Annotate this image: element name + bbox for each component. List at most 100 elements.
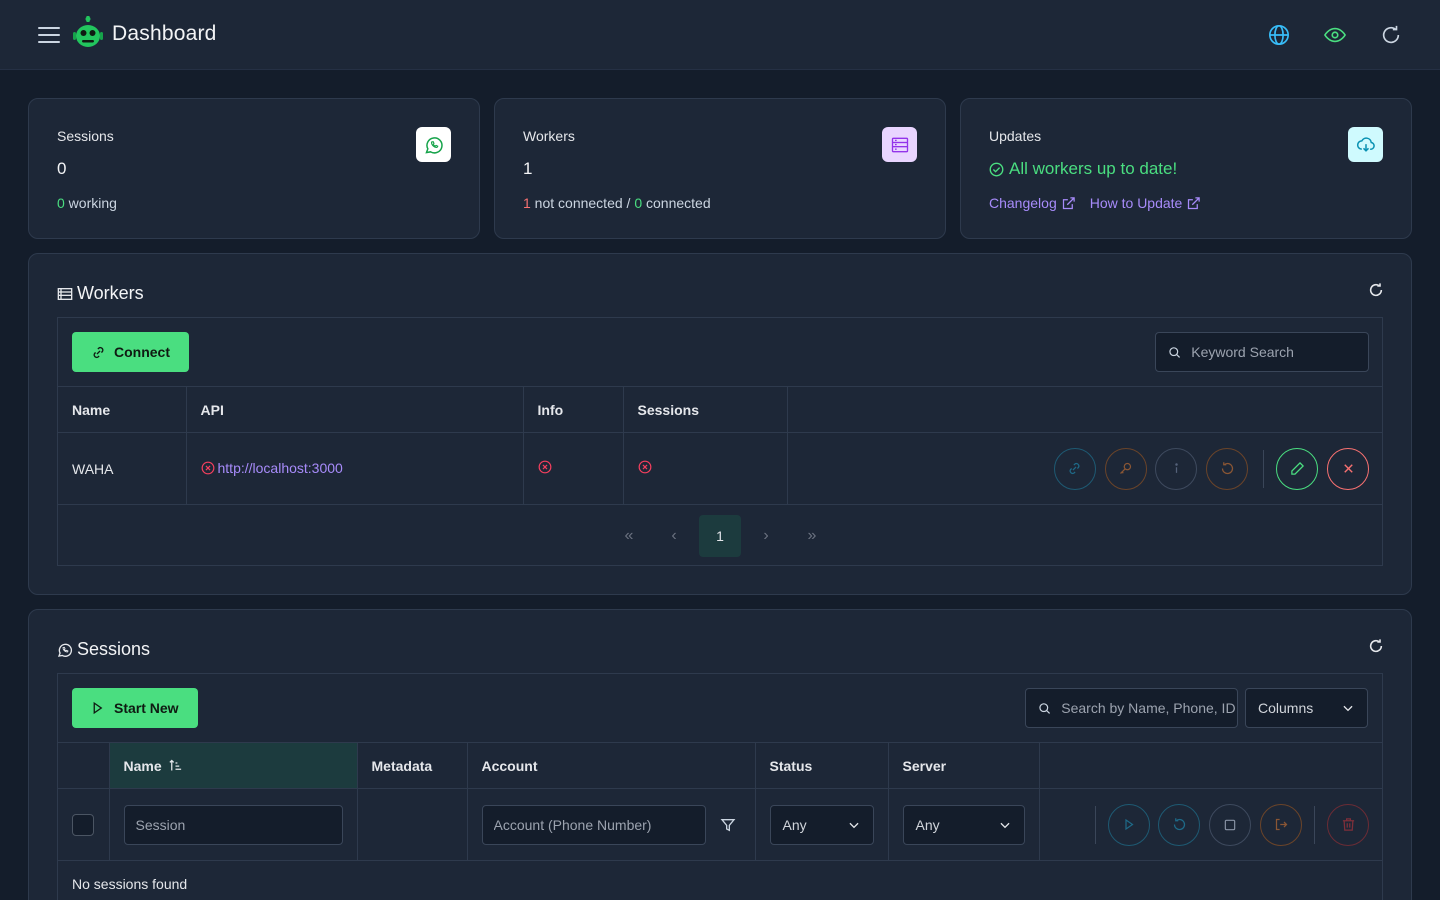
pagination-first-button[interactable]: « xyxy=(608,515,650,557)
sessions-section: Sessions Start New Columns Name Metadata… xyxy=(28,609,1412,900)
external-link-icon xyxy=(1188,196,1201,209)
server-filter-dropdown[interactable]: Any xyxy=(902,804,1025,845)
sessions-section-title: Sessions xyxy=(57,639,150,660)
columns-dropdown[interactable]: Columns xyxy=(1245,688,1368,728)
globe-icon[interactable] xyxy=(1268,24,1290,46)
sessions-table: Name Metadata Account Status Server Sess… xyxy=(58,742,1382,900)
column-header-server[interactable]: Server xyxy=(887,742,1040,789)
workers-search-input[interactable] xyxy=(1191,344,1368,360)
connect-button[interactable]: Connect xyxy=(72,332,189,372)
column-header-select xyxy=(58,742,110,789)
worker-api-url: http://localhost:3000 xyxy=(217,459,343,476)
sessions-search xyxy=(1025,688,1238,728)
bulk-start-button[interactable] xyxy=(1107,803,1150,846)
updates-stat-card: Updates All workers up to date! Changelo… xyxy=(960,98,1412,239)
error-circle-icon xyxy=(201,461,214,474)
column-header-sessions[interactable]: Sessions xyxy=(622,386,788,433)
select-all-checkbox[interactable] xyxy=(72,813,94,836)
connected-label: connected xyxy=(642,195,711,211)
how-to-update-label: How to Update xyxy=(1089,195,1183,211)
metadata-filter-cell xyxy=(356,788,468,861)
filter-icon[interactable] xyxy=(720,817,736,833)
server-list-icon xyxy=(57,287,73,300)
pagination-last-button[interactable]: » xyxy=(791,515,833,557)
bulk-logout-button[interactable] xyxy=(1260,803,1303,846)
column-header-info[interactable]: Info xyxy=(522,386,624,433)
column-header-actions xyxy=(786,386,1382,433)
server-list-icon xyxy=(891,137,908,152)
workers-stat-card: Workers 1 1 not connected / 0 connected xyxy=(494,98,946,239)
update-status: All workers up to date! xyxy=(989,159,1177,179)
info-icon xyxy=(1175,463,1178,473)
refresh-icon[interactable] xyxy=(1368,638,1384,654)
close-icon xyxy=(1343,464,1353,473)
filter-row: Any Any xyxy=(58,788,1382,861)
account-filter xyxy=(481,804,706,845)
bulk-stop-button[interactable] xyxy=(1209,803,1252,846)
search-icon xyxy=(1169,346,1181,358)
status-filter-dropdown[interactable]: Any xyxy=(769,804,874,845)
column-header-name[interactable]: Name xyxy=(58,386,187,433)
workers-section: Workers Connect Name API Info Sessions W… xyxy=(28,253,1412,595)
bulk-delete-button[interactable] xyxy=(1327,803,1369,846)
robot-logo-icon xyxy=(73,16,103,47)
worker-key-button[interactable] xyxy=(1104,447,1147,490)
play-icon xyxy=(93,701,103,715)
top-bar: Dashboard xyxy=(0,0,1440,70)
update-links: Changelog How to Update xyxy=(989,195,1201,211)
column-header-name-label: Name xyxy=(123,757,162,774)
column-header-metadata[interactable]: Metadata xyxy=(356,742,468,789)
not-connected-count: 1 xyxy=(523,195,531,211)
columns-label: Columns xyxy=(1258,700,1314,716)
actions-divider xyxy=(1314,805,1316,844)
menu-icon[interactable] xyxy=(38,26,60,44)
pagination-next-button[interactable]: › xyxy=(745,515,787,557)
account-filter-input[interactable] xyxy=(493,816,694,833)
pagination-prev-button[interactable]: ‹ xyxy=(653,515,695,557)
changelog-label: Changelog xyxy=(989,195,1057,211)
workers-badge xyxy=(882,127,917,162)
whatsapp-icon xyxy=(57,643,73,657)
eye-icon[interactable] xyxy=(1324,24,1346,46)
column-header-api[interactable]: API xyxy=(185,386,524,433)
table-header-row: Name API Info Sessions xyxy=(58,386,1382,433)
how-to-update-link[interactable]: How to Update xyxy=(1090,195,1202,211)
worker-restart-button[interactable] xyxy=(1206,447,1249,490)
empty-row: No sessions found xyxy=(58,860,1382,900)
refresh-icon[interactable] xyxy=(1380,24,1402,46)
column-header-account[interactable]: Account xyxy=(466,742,756,789)
status-filter-value: Any xyxy=(782,816,807,833)
rotate-ccw-icon xyxy=(1221,462,1233,475)
check-circle-icon xyxy=(989,162,1004,176)
stat-title: Workers xyxy=(523,128,575,144)
server-filter-value: Any xyxy=(915,816,940,833)
table-header-row: Name Metadata Account Status Server xyxy=(58,742,1382,789)
session-filter-input[interactable] xyxy=(135,816,331,833)
sessions-search-input[interactable] xyxy=(1061,700,1237,716)
changelog-link[interactable]: Changelog xyxy=(989,195,1076,211)
error-circle-icon xyxy=(638,460,651,474)
refresh-icon[interactable] xyxy=(1368,282,1384,298)
pagination-page-1[interactable]: 1 xyxy=(699,515,741,557)
column-header-name[interactable]: Name xyxy=(108,742,358,789)
stat-value: 0 xyxy=(57,159,67,178)
worker-link-button[interactable] xyxy=(1053,447,1096,490)
start-new-button[interactable]: Start New xyxy=(72,688,198,728)
worker-edit-button[interactable] xyxy=(1276,447,1319,490)
not-connected-label: not connected / xyxy=(530,195,635,211)
actions-divider xyxy=(1094,805,1096,844)
bulk-restart-button[interactable] xyxy=(1158,803,1201,846)
working-count: 0 xyxy=(57,195,65,211)
connect-label: Connect xyxy=(114,344,170,360)
workers-table: Name API Info Sessions WAHA http://local… xyxy=(58,386,1382,505)
server-filter-cell: Any xyxy=(887,788,1040,861)
worker-info-button[interactable] xyxy=(1155,447,1198,490)
start-new-label: Start New xyxy=(114,700,179,716)
sessions-stat-card: Sessions 0 0 working xyxy=(28,98,480,239)
sort-ascending-icon xyxy=(169,759,181,771)
table-row: WAHA http://localhost:3000 xyxy=(58,432,1382,505)
chevron-down-icon xyxy=(1343,705,1353,712)
worker-api-link[interactable]: http://localhost:3000 xyxy=(201,460,343,476)
column-header-status[interactable]: Status xyxy=(754,742,889,789)
worker-delete-button[interactable] xyxy=(1327,447,1369,490)
